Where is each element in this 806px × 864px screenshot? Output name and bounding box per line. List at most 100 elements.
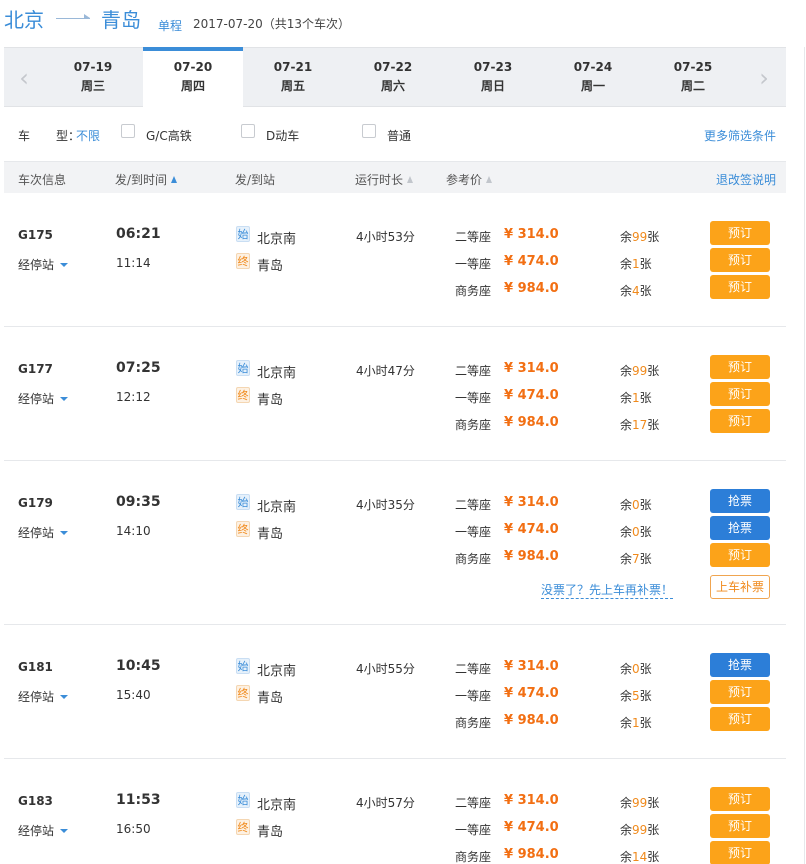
stops-dropdown[interactable]: 经停站 bbox=[18, 390, 69, 407]
filter-normal-label: 普通 bbox=[387, 129, 412, 143]
sort-icon bbox=[486, 176, 493, 183]
date-tab-07-25[interactable]: 07-25 周二 bbox=[643, 48, 743, 108]
seats-left-prefix: 余 bbox=[620, 257, 633, 271]
seats-left-prefix: 余 bbox=[620, 364, 633, 378]
depart-station: 北京南 bbox=[257, 500, 297, 515]
seats-left-count: 0 bbox=[632, 498, 640, 512]
seat-class: 一等座 bbox=[455, 391, 492, 405]
filter-d-checkbox[interactable] bbox=[241, 124, 255, 138]
seat-price: ¥ 474.0 bbox=[504, 522, 559, 537]
arrive-time: 15:40 bbox=[116, 688, 151, 702]
seats-left-suffix: 张 bbox=[647, 230, 660, 244]
date-tab-day: 07-24 bbox=[573, 60, 613, 74]
book-button[interactable]: 预订 bbox=[710, 814, 770, 838]
seats-left-count: 4 bbox=[632, 284, 640, 298]
seat-price: ¥ 314.0 bbox=[504, 495, 559, 510]
seat-price: ¥ 474.0 bbox=[504, 686, 559, 701]
book-button[interactable]: 预订 bbox=[710, 543, 770, 567]
end-station-icon: 终 bbox=[236, 253, 250, 269]
filter-normal-checkbox[interactable] bbox=[362, 124, 376, 138]
seats-left-prefix: 余 bbox=[620, 689, 633, 703]
grab-ticket-button[interactable]: 抢票 bbox=[710, 489, 770, 513]
seats-left-prefix: 余 bbox=[620, 230, 633, 244]
arrive-time: 12:12 bbox=[116, 390, 151, 404]
end-station-icon: 终 bbox=[236, 387, 250, 403]
col-duration[interactable]: 运行时长 bbox=[355, 171, 414, 188]
date-tab-07-20[interactable]: 07-20 周四 bbox=[143, 47, 243, 108]
filter-gc-checkbox[interactable] bbox=[121, 124, 135, 138]
seats-left-suffix: 张 bbox=[647, 823, 660, 837]
stops-label: 经停站 bbox=[18, 824, 55, 838]
duration: 4小时35分 bbox=[356, 498, 415, 512]
seats-left-suffix: 张 bbox=[639, 525, 652, 539]
date-tab-weekday: 周五 bbox=[280, 79, 305, 93]
caret-down-icon bbox=[60, 531, 69, 535]
start-station-icon: 始 bbox=[236, 360, 250, 376]
seats-left: 余99张 bbox=[620, 821, 660, 838]
book-button[interactable]: 预订 bbox=[710, 680, 770, 704]
seat-class: 一等座 bbox=[455, 525, 492, 539]
seats-left-count: 99 bbox=[632, 230, 648, 244]
date-tab-07-24[interactable]: 07-24 周一 bbox=[543, 48, 643, 108]
book-button[interactable]: 预订 bbox=[710, 707, 770, 731]
makeup-ticket-link[interactable]: 没票了？先上车再补票！ bbox=[541, 581, 674, 599]
seat-price: ¥ 314.0 bbox=[504, 793, 559, 808]
book-button[interactable]: 预订 bbox=[710, 221, 770, 245]
filter-all[interactable]: 不限 bbox=[76, 127, 100, 144]
seats-left-suffix: 张 bbox=[647, 418, 660, 432]
prev-date-icon[interactable]: ‹ bbox=[14, 66, 34, 90]
grab-ticket-button[interactable]: 抢票 bbox=[710, 516, 770, 540]
seat-class: 商务座 bbox=[455, 552, 492, 566]
date-tab-07-23[interactable]: 07-23 周日 bbox=[443, 48, 543, 108]
trip-type[interactable]: 单程 bbox=[158, 17, 182, 34]
next-date-icon[interactable]: › bbox=[754, 66, 774, 90]
grab-ticket-button[interactable]: 抢票 bbox=[710, 653, 770, 677]
route-arrow-icon bbox=[56, 14, 90, 19]
book-button[interactable]: 预订 bbox=[710, 248, 770, 272]
book-button[interactable]: 预订 bbox=[710, 409, 770, 433]
book-button[interactable]: 预订 bbox=[710, 382, 770, 406]
book-button[interactable]: 预订 bbox=[710, 841, 770, 864]
seats-left-prefix: 余 bbox=[620, 716, 633, 730]
stops-dropdown[interactable]: 经停站 bbox=[18, 256, 69, 273]
seats-left-count: 1 bbox=[632, 391, 640, 405]
depart-station: 北京南 bbox=[257, 232, 297, 247]
date-tab-07-22[interactable]: 07-22 周六 bbox=[343, 48, 443, 108]
seats-left-prefix: 余 bbox=[620, 418, 633, 432]
board-makeup-button[interactable]: 上车补票 bbox=[710, 575, 770, 599]
date-selector: ‹ 07-19 周三 07-20 周四 07-21 周五 07-22 周六 07-23 周日 07-… bbox=[4, 47, 786, 108]
seat-price: ¥ 474.0 bbox=[504, 820, 559, 835]
table-row: G181 经停站 10:45 15:40 始北京南终青岛 4小时55分 二等座 ¥ 314.0… bbox=[4, 625, 786, 759]
seat-class: 一等座 bbox=[455, 823, 492, 837]
start-station-icon: 始 bbox=[236, 658, 250, 674]
book-button[interactable]: 预订 bbox=[710, 787, 770, 811]
refund-rules-link[interactable]: 退改签说明 bbox=[716, 171, 776, 188]
depart-time: 07:25 bbox=[116, 360, 161, 376]
book-button[interactable]: 预订 bbox=[710, 355, 770, 379]
stops-dropdown[interactable]: 经停站 bbox=[18, 688, 69, 705]
page-border bbox=[804, 47, 805, 864]
depart-station: 北京南 bbox=[257, 664, 297, 679]
col-price[interactable]: 参考价 bbox=[446, 171, 493, 188]
seat-price: ¥ 984.0 bbox=[504, 713, 559, 728]
seats-left-count: 0 bbox=[632, 662, 640, 676]
date-tab-day: 07-25 bbox=[673, 60, 713, 74]
date-tab-07-19[interactable]: 07-19 周三 bbox=[43, 48, 143, 108]
stops-label: 经停站 bbox=[18, 392, 55, 406]
depart-time: 09:35 bbox=[116, 494, 161, 510]
seats-left-suffix: 张 bbox=[647, 850, 660, 864]
seat-class: 二等座 bbox=[455, 364, 492, 378]
seats-left: 余1张 bbox=[620, 255, 660, 272]
arrive-station: 青岛 bbox=[257, 691, 284, 706]
seat-price: ¥ 984.0 bbox=[504, 549, 559, 564]
date-tab-07-21[interactable]: 07-21 周五 bbox=[243, 48, 343, 108]
seat-price: ¥ 474.0 bbox=[504, 254, 559, 269]
seats-left-count: 14 bbox=[632, 850, 648, 864]
seats-left: 余1张 bbox=[620, 389, 660, 406]
stops-dropdown[interactable]: 经停站 bbox=[18, 822, 69, 839]
stops-dropdown[interactable]: 经停站 bbox=[18, 524, 69, 541]
col-time[interactable]: 发/到时间 bbox=[115, 171, 178, 188]
book-button[interactable]: 预订 bbox=[710, 275, 770, 299]
seats-left-count: 99 bbox=[632, 796, 648, 810]
more-filters-link[interactable]: 更多筛选条件 bbox=[704, 127, 776, 144]
